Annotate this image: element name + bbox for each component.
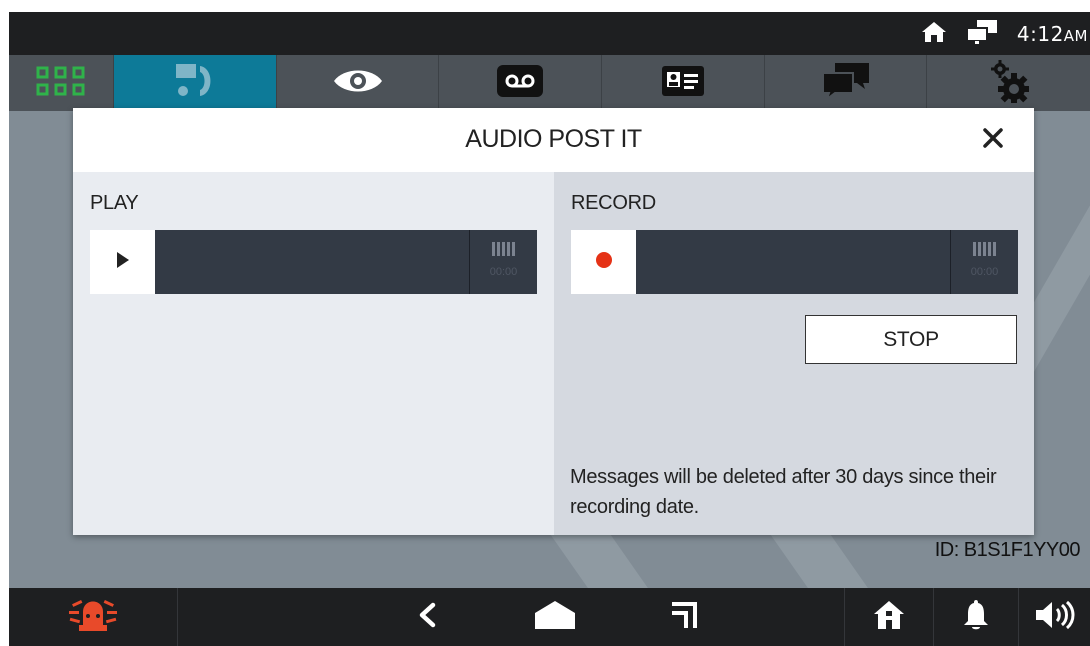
time-text: 4:12 [1016, 21, 1064, 46]
level-meter-icon [492, 242, 515, 256]
record-time: 00:00 [970, 266, 999, 278]
tab-surveillance[interactable] [277, 55, 440, 111]
house-button[interactable] [845, 588, 933, 646]
dialog-header: AUDIO POST IT [73, 108, 1034, 172]
volume-button[interactable] [1019, 588, 1090, 646]
chat-bubbles-icon [821, 61, 871, 105]
record-button[interactable] [571, 230, 636, 294]
level-meter-icon [973, 242, 996, 256]
device-screen: 4:12AM ID: B1S1F1YY00 AUDIO POST IT PLAY… [9, 12, 1090, 646]
contact-card-icon [660, 63, 706, 103]
eye-icon [332, 66, 384, 100]
notifications-button[interactable] [934, 588, 1018, 646]
play-label: PLAY [90, 192, 139, 214]
play-level-meter: 00:00 [469, 230, 537, 294]
grid-icon [36, 65, 86, 101]
play-button[interactable] [90, 230, 155, 294]
house-icon [873, 600, 905, 634]
main-tab-bar [9, 55, 1090, 111]
recent-button[interactable] [654, 588, 714, 646]
back-button[interactable] [397, 588, 457, 646]
record-level-meter: 00:00 [950, 230, 1018, 294]
network-icon [965, 19, 999, 48]
home-button[interactable] [525, 588, 585, 646]
recent-icon [669, 600, 699, 634]
back-icon [417, 602, 437, 632]
status-time: 4:12AM [1017, 22, 1088, 46]
tab-intercom[interactable] [114, 55, 277, 111]
record-label: RECORD [571, 192, 656, 214]
close-button[interactable] [978, 125, 1008, 155]
device-id: ID: B1S1F1YY00 [934, 539, 1081, 561]
audio-post-it-dialog: AUDIO POST IT PLAY 00:00 RECORD 00:00 ST… [73, 108, 1034, 535]
record-track: 00:00 [571, 230, 1018, 294]
voicemail-icon [495, 63, 545, 103]
volume-icon [1034, 600, 1076, 634]
home-icon [921, 21, 947, 47]
tab-messages[interactable] [765, 55, 928, 111]
home-shape-icon [534, 600, 576, 634]
play-panel: PLAY 00:00 [73, 172, 554, 535]
dialog-title: AUDIO POST IT [465, 125, 642, 153]
alarm-button[interactable] [9, 588, 177, 646]
stop-button[interactable]: STOP [805, 315, 1017, 364]
intercom-phone-icon [174, 62, 216, 104]
bottom-nav-bar [9, 588, 1090, 646]
ampm-text: AM [1063, 26, 1088, 45]
play-track: 00:00 [90, 230, 537, 294]
bell-icon [963, 599, 989, 635]
retention-notice: Messages will be deleted after 30 days s… [570, 466, 997, 518]
close-icon [983, 128, 1003, 152]
alarm-icon [67, 596, 119, 638]
status-bar: 4:12AM [9, 12, 1090, 55]
settings-gears-icon [989, 59, 1030, 107]
tab-contacts[interactable] [602, 55, 765, 111]
play-icon [116, 251, 130, 273]
tab-settings[interactable] [927, 55, 1090, 111]
play-time: 00:00 [489, 266, 518, 278]
record-panel: RECORD 00:00 STOP Messages will be delet… [554, 172, 1034, 535]
tab-apps[interactable] [9, 55, 115, 111]
tab-voicemail[interactable] [439, 55, 603, 111]
record-dot-icon [595, 251, 613, 273]
